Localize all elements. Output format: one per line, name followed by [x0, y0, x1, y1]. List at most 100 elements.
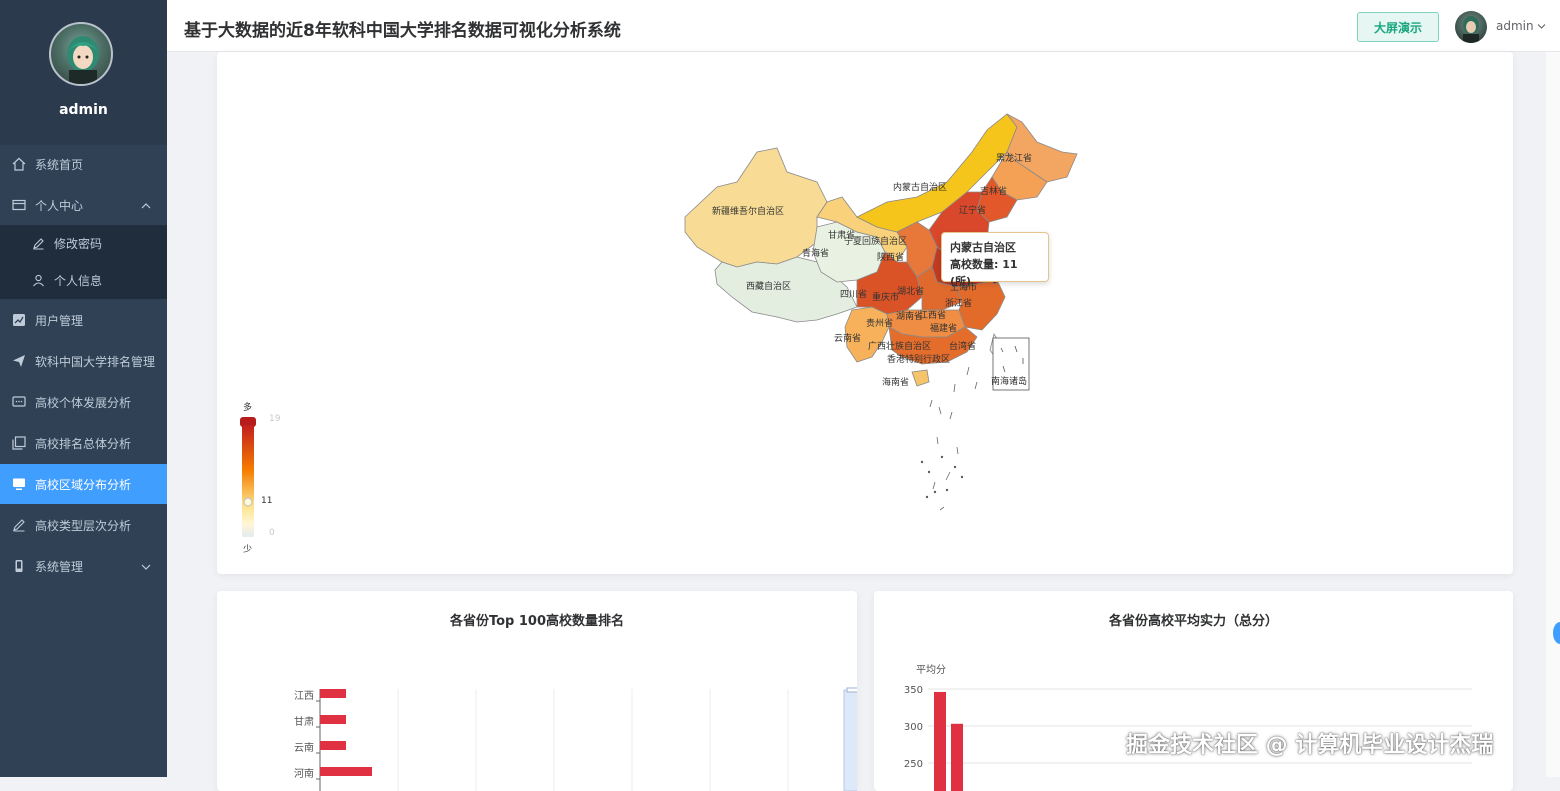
send-icon — [11, 353, 27, 369]
label-guangxi: 广西壮族自治区 — [868, 342, 932, 352]
y-axis-title: 平均分 — [916, 664, 946, 676]
chevron-down-icon — [141, 560, 151, 574]
label-xinjiang: 新疆维吾尔自治区 — [712, 207, 785, 217]
main-content: 新疆维吾尔自治区 西藏自治区 青海省 甘肃省 内蒙古自治区 黑龙江省 吉林省 辽… — [184, 52, 1548, 791]
bar — [934, 691, 946, 791]
label-jilin: 吉林省 — [980, 187, 1008, 197]
edit-icon — [30, 236, 46, 252]
page-title: 基于大数据的近8年软科中国大学排名数据可视化分析系统 — [184, 21, 621, 41]
sidebar-item-label: 高校个体发展分析 — [35, 395, 132, 410]
bar — [320, 767, 372, 776]
label-chongqing: 重庆市 — [872, 293, 900, 303]
label-tibet: 西藏自治区 — [746, 282, 792, 292]
label-hubei: 湖北省 — [897, 287, 925, 297]
edit-icon — [11, 517, 27, 533]
big-screen-button[interactable]: 大屏演示 — [1357, 12, 1439, 42]
right-scroll-track[interactable] — [1546, 52, 1560, 777]
y-tick-label: 350 — [904, 685, 923, 696]
label-liaoning: 辽宁省 — [959, 206, 987, 216]
chart-icon — [11, 312, 27, 328]
map-card: 新疆维吾尔自治区 西藏自治区 青海省 甘肃省 内蒙古自治区 黑龙江省 吉林省 辽… — [217, 52, 1513, 574]
y-tick-label: 河南 — [294, 767, 314, 780]
sidebar-item-label: 高校类型层次分析 — [35, 518, 132, 533]
label-fujian: 福建省 — [930, 324, 958, 334]
sidebar-item-user-management[interactable]: 用户管理 — [0, 300, 167, 340]
label-taiwan: 台湾省 — [949, 342, 977, 352]
label-guizhou: 贵州省 — [866, 319, 894, 329]
data-zoom-slider — [843, 689, 857, 791]
bar — [320, 741, 346, 750]
label-jiangxi: 江西省 — [919, 311, 947, 321]
sidebar-item-personal-info[interactable]: 个人信息 — [0, 262, 167, 299]
y-tick-label: 云南 — [294, 741, 314, 754]
sidebar-username: admin — [59, 102, 108, 118]
sidebar-item-label: 软科中国大学排名管理 — [35, 354, 156, 369]
sidebar-item-type-analysis[interactable]: 高校类型层次分析 — [0, 505, 167, 545]
user-icon — [30, 273, 46, 289]
header-username: admin — [1496, 19, 1534, 33]
sidebar-item-individual-analysis[interactable]: 高校个体发展分析 — [0, 382, 167, 422]
label-hunan: 湖南省 — [896, 312, 924, 322]
label-inner-mongolia: 内蒙古自治区 — [893, 183, 948, 193]
label-qinghai: 青海省 — [802, 249, 830, 259]
avg-score-chart-card: 各省份高校平均实力（总分） 平均分 250 300 350 — [874, 591, 1513, 791]
label-yunnan: 云南省 — [834, 334, 862, 344]
sidebar-item-system-management[interactable]: 系统管理 — [0, 546, 167, 586]
sidebar-item-label: 用户管理 — [35, 313, 84, 328]
sidebar-item-label: 系统首页 — [35, 157, 84, 172]
sidebar-item-change-password[interactable]: 修改密码 — [0, 225, 167, 262]
avg-score-bar-chart[interactable]: 平均分 250 300 350 — [874, 591, 1513, 791]
tooltip-text: 高校数量: 11 (所) — [950, 258, 1018, 288]
sidebar-item-regional-analysis[interactable]: 高校区域分布分析 — [0, 464, 167, 504]
avatar[interactable] — [49, 22, 113, 86]
sidebar-item-label: 个人信息 — [54, 274, 103, 288]
bar — [320, 689, 346, 698]
label-zhejiang: 浙江省 — [945, 299, 973, 309]
visual-map-top-value: 19 — [269, 414, 281, 424]
visual-map-max-label: 多 — [243, 403, 253, 413]
bar — [951, 723, 963, 791]
phone-icon — [11, 558, 27, 574]
tooltip-title: 内蒙古自治区 — [950, 241, 1016, 254]
chevron-down-icon — [1537, 19, 1546, 33]
chevron-up-icon — [141, 199, 151, 213]
province-hainan — [911, 369, 930, 387]
header-user-menu[interactable]: admin — [1496, 19, 1546, 33]
y-tick-label: 250 — [904, 759, 923, 770]
label-ningxia: 宁夏回族自治区 — [844, 237, 908, 247]
sidebar-item-overall-analysis[interactable]: 高校排名总体分析 — [0, 423, 167, 463]
bar — [320, 715, 346, 724]
profile-card-icon — [11, 197, 27, 213]
sidebar-item-label: 高校排名总体分析 — [35, 436, 132, 451]
sidebar-header: admin — [0, 0, 167, 145]
watermark: 掘金技术社区 @ 计算机毕业设计杰瑞 — [1126, 733, 1494, 758]
copy-icon — [11, 435, 27, 451]
sidebar-item-label: 高校区域分布分析 — [35, 477, 132, 492]
y-tick-label: 甘肃 — [294, 715, 314, 728]
visual-map-legend — [240, 417, 256, 537]
label-south-china-sea: 南海诸岛 — [991, 377, 1028, 387]
y-tick-label: 300 — [904, 722, 923, 733]
sidebar-item-label: 系统管理 — [35, 559, 84, 574]
sidebar-item-label: 修改密码 — [54, 237, 103, 251]
sidebar: admin 系统首页 个人中心 修改密码 个人信息 用户管理 软科中国大学排名管… — [0, 0, 167, 777]
sidebar-item-ranking-management[interactable]: 软科中国大学排名管理 — [0, 341, 167, 381]
label-hongkong: 香港特别行政区 — [887, 355, 951, 365]
south-sea-islands — [920, 366, 978, 511]
visual-map-min-label: 少 — [243, 545, 253, 555]
sidebar-item-home[interactable]: 系统首页 — [0, 144, 167, 184]
china-map[interactable] — [217, 52, 1513, 574]
floating-side-button[interactable] — [1553, 622, 1560, 644]
y-tick-label: 江西 — [294, 690, 314, 702]
home-icon — [11, 156, 27, 172]
label-shaanxi: 陕西省 — [877, 253, 905, 263]
sidebar-item-personal-center[interactable]: 个人中心 — [0, 185, 167, 225]
message-icon — [11, 394, 27, 410]
map-tooltip: 内蒙古自治区 高校数量: 11 (所) — [941, 232, 1049, 288]
top100-bar-chart[interactable]: 江西甘肃云南河南 — [217, 591, 857, 791]
label-sichuan: 四川省 — [840, 290, 868, 300]
top100-chart-card: 各省份Top 100高校数量排名 江西 甘肃 云南 河南 — [217, 591, 857, 791]
monitor-icon — [11, 476, 27, 492]
visual-map-bottom-value: 0 — [269, 528, 275, 538]
header-avatar[interactable] — [1455, 11, 1487, 43]
